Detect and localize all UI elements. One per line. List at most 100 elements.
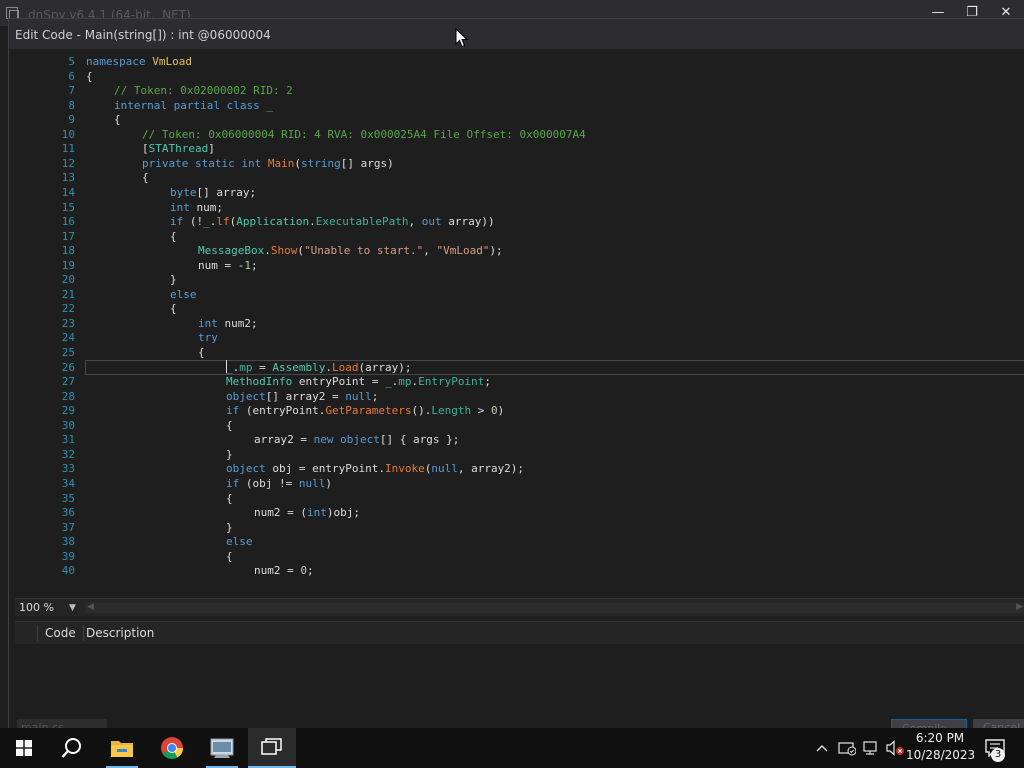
line-number: 40: [61, 564, 75, 577]
code-text: {: [198, 345, 205, 360]
dnspy-icon[interactable]: [198, 728, 246, 768]
line-number: 28: [61, 390, 75, 403]
code-line[interactable]: 26 _.mp = Assembly.Load(array);: [15, 360, 1024, 375]
code-line[interactable]: 38 else: [15, 534, 1024, 549]
code-token: out: [421, 215, 449, 228]
code-token: MessageBox: [198, 244, 265, 257]
code-line[interactable]: 14 byte[] array;: [15, 185, 1024, 200]
code-text: object obj = entryPoint.Invoke(null, arr…: [226, 461, 524, 476]
code-line[interactable]: 32}: [15, 447, 1024, 462]
code-line[interactable]: 12 private static int Main(string[] args): [15, 156, 1024, 171]
code-line[interactable]: 39 {: [15, 549, 1024, 564]
code-text: if (obj != null): [226, 476, 332, 491]
code-token: ): [325, 477, 332, 490]
code-token: else: [226, 535, 253, 548]
scroll-left-icon[interactable]: ◀: [87, 602, 94, 612]
code-token: Main: [267, 157, 295, 170]
zoom-select[interactable]: 100 % ▼: [19, 601, 81, 615]
line-number: 34: [61, 477, 75, 490]
volume-muted-icon[interactable]: [884, 728, 906, 768]
code-line[interactable]: 34 if (obj != null): [15, 476, 1024, 491]
code-token: array2 =: [254, 433, 314, 446]
error-list-header: Code Description: [15, 622, 1024, 644]
code-line[interactable]: 10 // Token: 0x06000004 RID: 4 RVA: 0x000…: [15, 127, 1024, 142]
security-center-icon[interactable]: [836, 728, 858, 768]
code-token: }: [170, 273, 177, 286]
code-line[interactable]: 17 {: [15, 229, 1024, 244]
show-hidden-icons-icon[interactable]: [812, 728, 832, 768]
task-view-icon[interactable]: [248, 728, 296, 768]
code-line[interactable]: 9{: [15, 112, 1024, 127]
code-text: array2 = new object[] { args };: [254, 432, 459, 447]
code-line[interactable]: 19 num = -1;: [15, 258, 1024, 273]
search-icon[interactable]: [48, 728, 96, 768]
code-line[interactable]: 11 [STAThread]: [15, 141, 1024, 156]
code-text: {: [170, 301, 177, 316]
code-line[interactable]: 18 MessageBox.Show("Unable to start.", "V…: [15, 243, 1024, 258]
code-token: Show: [270, 244, 298, 257]
code-text: {: [226, 491, 233, 506]
code-token: {: [226, 419, 233, 432]
code-line[interactable]: 27 MethodInfo entryPoint = _.mp.EntryPoin…: [15, 374, 1024, 389]
code-line[interactable]: 5 namespace VmLoad: [15, 54, 1024, 69]
code-line[interactable]: 36 num2 = (int)obj;: [15, 505, 1024, 520]
dialog-titlebar[interactable]: Edit Code - Main(string[]) : int @060000…: [9, 19, 1024, 49]
windows-start-icon[interactable]: [0, 728, 48, 768]
code-line[interactable]: 21 else: [15, 287, 1024, 302]
code-line[interactable]: 40 num2 = 0;: [15, 563, 1024, 578]
code-line[interactable]: 22 {: [15, 301, 1024, 316]
code-text: if (!_.lf(Application.ExecutablePath, ou…: [170, 214, 495, 229]
column-header-description[interactable]: Description: [86, 626, 154, 640]
code-token: Load: [331, 361, 359, 374]
code-text: namespace VmLoad: [86, 54, 192, 69]
code-token: ): [497, 404, 505, 417]
code-line[interactable]: 24 try: [15, 330, 1024, 345]
code-editor[interactable]: 5 namespace VmLoad 6{7// Token: 0x02000002…: [15, 51, 1024, 597]
line-number: 18: [61, 244, 75, 257]
action-center-button[interactable]: 3: [980, 728, 1016, 768]
code-token: num2 = (: [254, 506, 307, 519]
code-token: 0: [490, 404, 498, 417]
line-number: 36: [61, 506, 75, 519]
code-line[interactable]: 25 {: [15, 345, 1024, 360]
line-number: 16: [61, 215, 75, 228]
code-line[interactable]: 28 object[] array2 = null;: [15, 389, 1024, 404]
desktop-screen: dnSpy v6.4.1 (64-bit, .NET) — ❐ ✕ Edit C…: [0, 0, 1024, 768]
code-text: {: [226, 418, 233, 433]
code-token: num2;: [224, 317, 258, 330]
code-token: if: [170, 215, 190, 228]
line-number: 22: [61, 302, 75, 315]
code-line[interactable]: 7 // Token: 0x02000002 RID: 2: [15, 83, 1024, 98]
code-token: }: [226, 448, 233, 461]
column-header-code[interactable]: Code: [45, 626, 76, 640]
code-line[interactable]: 30 {: [15, 418, 1024, 433]
code-line[interactable]: 16 if (!_.lf(Application.ExecutablePath, …: [15, 214, 1024, 229]
code-text: else: [170, 287, 197, 302]
code-line[interactable]: 37}: [15, 520, 1024, 535]
code-token: ]: [208, 142, 215, 155]
clock-time: 6:20 PM: [915, 731, 965, 745]
line-number: 13: [61, 171, 75, 184]
code-line[interactable]: 13 {: [15, 170, 1024, 185]
network-icon[interactable]: [860, 728, 882, 768]
code-token: ;: [250, 259, 258, 272]
horizontal-scrollbar[interactable]: ◀ ▶: [85, 602, 1024, 613]
code-token: ;: [371, 390, 379, 403]
code-text: {: [142, 170, 149, 185]
file-explorer-icon[interactable]: [98, 728, 146, 768]
code-token: try: [198, 331, 218, 344]
chrome-icon[interactable]: [148, 728, 196, 768]
code-line[interactable]: 35 {: [15, 491, 1024, 506]
code-line[interactable]: 20}: [15, 272, 1024, 287]
code-line[interactable]: 6{: [15, 69, 1024, 84]
code-line[interactable]: 31 array2 = new object[] { args };: [15, 432, 1024, 447]
line-number: 10: [61, 128, 75, 141]
code-line[interactable]: 8 internal partial class _: [15, 98, 1024, 113]
scroll-right-icon[interactable]: ▶: [1016, 602, 1023, 612]
code-text: {: [86, 69, 93, 84]
code-line[interactable]: 33 object obj = entryPoint.Invoke(null, a…: [15, 461, 1024, 476]
code-line[interactable]: 15 int num;: [15, 200, 1024, 215]
code-line[interactable]: 29 if (entryPoint.GetParameters().Length …: [15, 403, 1024, 418]
taskbar-clock[interactable]: 6:20 PM 10/28/2023: [906, 730, 975, 766]
code-line[interactable]: 23 int num2;: [15, 316, 1024, 331]
